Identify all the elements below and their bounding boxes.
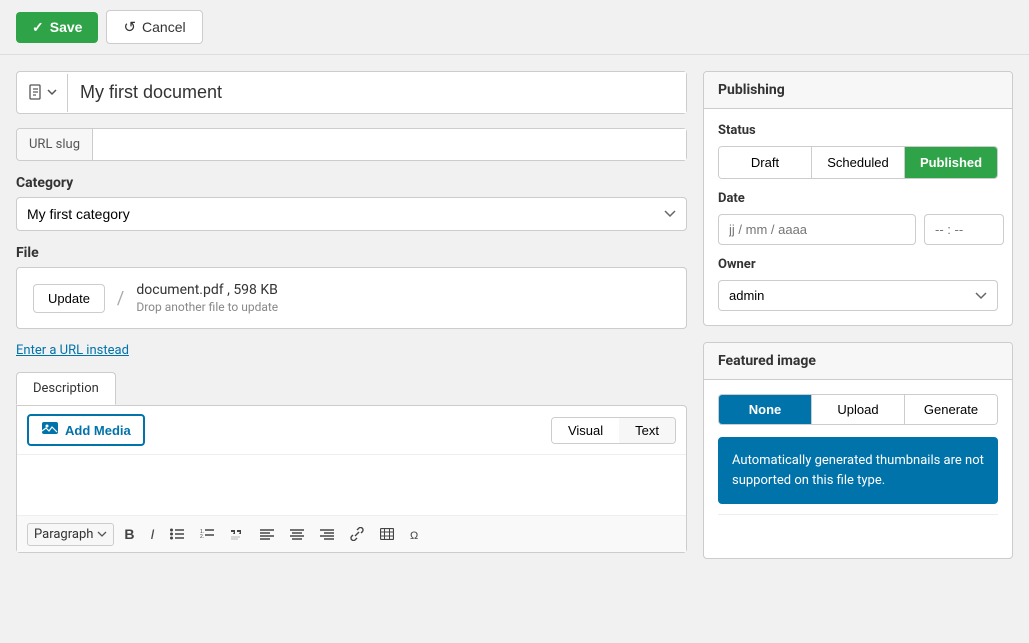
none-image-button[interactable]: None — [719, 395, 811, 424]
date-label: Date — [718, 191, 998, 206]
owner-label: Owner — [718, 257, 998, 272]
time-input[interactable] — [924, 214, 1004, 245]
link-icon — [350, 527, 364, 541]
save-label: Save — [50, 19, 83, 35]
upload-image-button[interactable]: Upload — [811, 395, 904, 424]
chevron-down-icon — [47, 89, 57, 96]
title-input[interactable] — [68, 72, 686, 113]
save-button[interactable]: Save — [16, 12, 98, 43]
editor-toolbar-bottom: Paragraph B I 1.2. — [17, 515, 686, 552]
main-layout: URL slug Category My first category File… — [0, 55, 1029, 575]
published-status-button[interactable]: Published — [904, 147, 997, 178]
cancel-icon — [123, 18, 136, 36]
file-box: Update / document.pdf , 598 KB Drop anot… — [16, 267, 687, 329]
ordered-list-button[interactable]: 1.2. — [194, 524, 220, 544]
status-label: Status — [718, 123, 998, 138]
featured-image-panel-title: Featured image — [704, 343, 1012, 380]
file-name: document.pdf , 598 KB — [136, 282, 278, 298]
featured-image-panel: Featured image None Upload Generate Auto… — [703, 342, 1013, 559]
file-section: File Update / document.pdf , 598 KB Drop… — [16, 245, 687, 329]
description-tab[interactable]: Description — [16, 372, 116, 405]
align-left-button[interactable] — [254, 525, 280, 544]
cancel-label: Cancel — [142, 19, 186, 35]
title-icon-button[interactable] — [17, 74, 68, 112]
blockquote-button[interactable] — [224, 524, 250, 544]
top-toolbar: Save Cancel — [0, 0, 1029, 55]
scheduled-status-button[interactable]: Scheduled — [811, 147, 904, 178]
align-center-icon — [290, 529, 304, 540]
check-icon — [32, 19, 44, 36]
enter-url-link[interactable]: Enter a URL instead — [16, 343, 687, 358]
media-icon — [41, 421, 59, 439]
category-section: Category My first category — [16, 175, 687, 231]
add-media-button[interactable]: Add Media — [27, 414, 145, 446]
italic-button[interactable]: I — [145, 522, 161, 546]
editor-view-tabs: Visual Text — [551, 417, 676, 444]
file-separator: / — [117, 288, 124, 309]
featured-image-panel-body: None Upload Generate Automatically gener… — [704, 380, 1012, 558]
title-row — [16, 71, 687, 114]
align-right-button[interactable] — [314, 525, 340, 544]
url-slug-row: URL slug — [16, 128, 687, 161]
featured-image-btn-group: None Upload Generate — [718, 394, 998, 425]
status-button-group: Draft Scheduled Published — [718, 146, 998, 179]
add-media-label: Add Media — [65, 423, 131, 438]
category-select[interactable]: My first category — [16, 197, 687, 231]
left-column: URL slug Category My first category File… — [16, 71, 687, 559]
special-char-icon: Ω — [410, 527, 424, 541]
slug-label: URL slug — [17, 129, 93, 160]
para-chevron-icon — [97, 531, 107, 537]
svg-text:Ω: Ω — [410, 530, 418, 541]
text-tab[interactable]: Text — [619, 418, 675, 443]
editor-toolbar-top: Add Media Visual Text — [17, 406, 686, 455]
right-column: Publishing Status Draft Scheduled Publis… — [703, 71, 1013, 559]
bold-button[interactable]: B — [118, 522, 140, 546]
publishing-panel-title: Publishing — [704, 72, 1012, 109]
document-icon — [27, 84, 45, 102]
date-input[interactable] — [718, 214, 916, 245]
file-label: File — [16, 245, 687, 261]
blockquote-icon — [230, 528, 244, 540]
update-file-button[interactable]: Update — [33, 284, 105, 313]
special-char-button[interactable]: Ω — [404, 523, 430, 545]
paragraph-select[interactable]: Paragraph — [27, 523, 114, 546]
ol-icon: 1.2. — [200, 528, 214, 540]
category-label: Category — [16, 175, 687, 191]
link-button[interactable] — [344, 523, 370, 545]
align-center-button[interactable] — [284, 525, 310, 544]
publishing-panel-body: Status Draft Scheduled Published Date Ow… — [704, 109, 1012, 325]
editor-area: Add Media Visual Text Paragraph B — [16, 405, 687, 553]
editor-content[interactable] — [17, 455, 686, 515]
draft-status-button[interactable]: Draft — [719, 147, 811, 178]
unordered-list-button[interactable] — [164, 524, 190, 544]
ul-icon — [170, 528, 184, 540]
publishing-panel: Publishing Status Draft Scheduled Publis… — [703, 71, 1013, 326]
description-section: Description Add Media Visual — [16, 372, 687, 553]
table-button[interactable] — [374, 524, 400, 544]
paragraph-label: Paragraph — [34, 527, 93, 542]
owner-select[interactable]: admin — [718, 280, 998, 311]
cancel-button[interactable]: Cancel — [106, 10, 202, 44]
desc-tab-bar: Description — [16, 372, 687, 405]
slug-input[interactable] — [93, 129, 686, 160]
align-right-icon — [320, 529, 334, 540]
visual-tab[interactable]: Visual — [552, 418, 619, 443]
featured-image-notice: Automatically generated thumbnails are n… — [718, 437, 998, 504]
featured-image-bottom — [718, 514, 998, 544]
file-drop-hint: Drop another file to update — [136, 300, 278, 314]
date-row — [718, 214, 998, 245]
svg-text:2.: 2. — [200, 534, 204, 540]
table-icon — [380, 528, 394, 540]
generate-image-button[interactable]: Generate — [904, 395, 997, 424]
file-info: document.pdf , 598 KB Drop another file … — [136, 282, 278, 314]
align-left-icon — [260, 529, 274, 540]
